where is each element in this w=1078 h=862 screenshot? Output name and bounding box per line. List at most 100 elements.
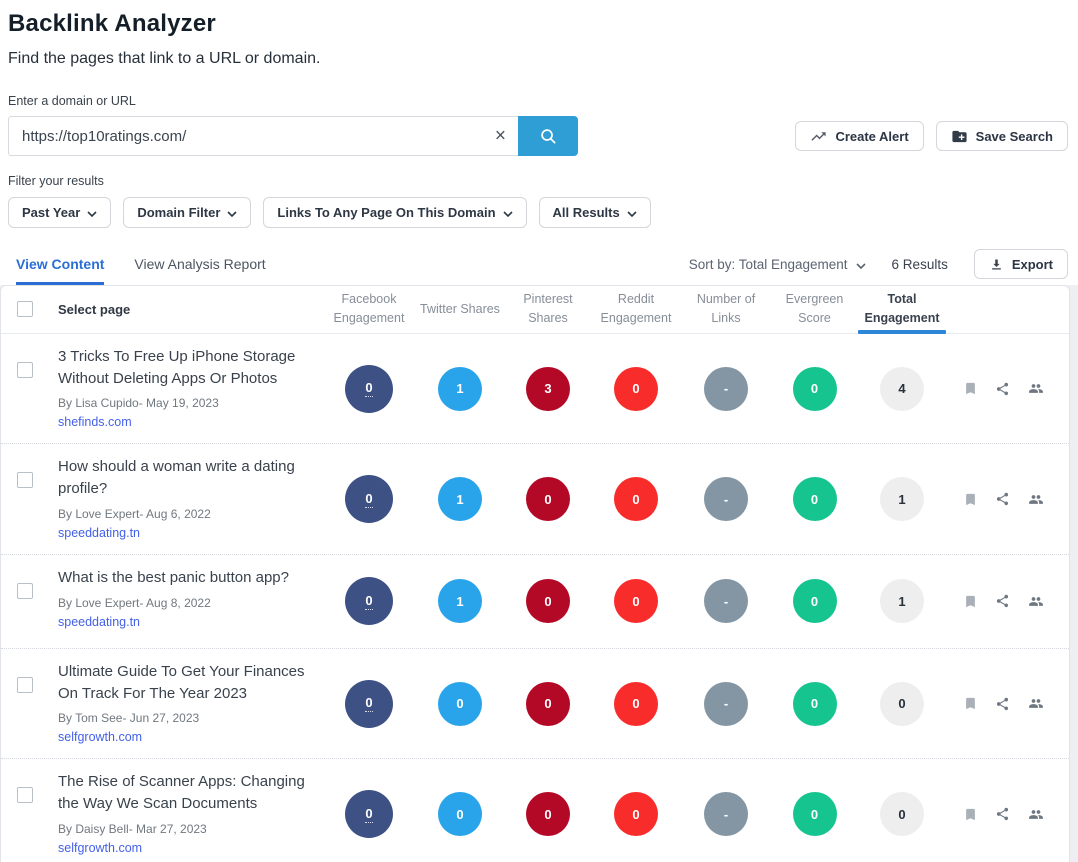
search-icon <box>539 127 558 146</box>
total-engagement-cell: 1 <box>858 477 946 521</box>
article-title[interactable]: The Rise of Scanner Apps: Changing the W… <box>58 771 305 815</box>
group-icon[interactable] <box>1027 594 1045 609</box>
table-row: What is the best panic button app? By Lo… <box>1 553 1069 648</box>
bookmark-icon[interactable] <box>963 806 978 823</box>
filter-link-scope[interactable]: Links To Any Page On This Domain <box>263 197 527 228</box>
row-checkbox[interactable] <box>17 787 33 804</box>
col-evergreen-score: Evergreen Score <box>785 292 844 326</box>
evergreen-score-cell: 0 <box>771 579 858 624</box>
group-icon[interactable] <box>1027 807 1045 822</box>
total-badge: 0 <box>880 792 924 836</box>
row-content-cell: 3 Tricks To Free Up iPhone Storage Witho… <box>41 346 323 432</box>
total-engagement-cell: 1 <box>858 579 946 624</box>
evergreen-badge: 0 <box>792 792 837 836</box>
article-domain-link[interactable]: shefinds.com <box>58 415 132 429</box>
filter-date-range[interactable]: Past Year <box>8 197 112 228</box>
bookmark-icon[interactable] <box>963 593 978 610</box>
table-row: 3 Tricks To Free Up iPhone Storage Witho… <box>1 334 1069 444</box>
article-title[interactable]: 3 Tricks To Free Up iPhone Storage Witho… <box>58 346 305 390</box>
reddit-badge: 0 <box>614 681 658 726</box>
number-of-links-cell: - <box>681 681 771 726</box>
select-all-checkbox[interactable] <box>17 301 33 318</box>
article-title[interactable]: How should a woman write a dating profil… <box>58 456 305 500</box>
article-byline: By Lisa Cupido- May 19, 2023 <box>58 396 219 411</box>
top-actions: Create Alert Save Search <box>795 121 1068 151</box>
pinterest-badge: 0 <box>526 681 570 726</box>
share-icon[interactable] <box>995 491 1010 507</box>
filter-domain[interactable]: Domain Filter <box>123 197 252 228</box>
evergreen-score-cell: 0 <box>771 477 858 521</box>
group-icon[interactable] <box>1027 381 1045 396</box>
article-title[interactable]: What is the best panic button app? <box>58 567 305 589</box>
article-title[interactable]: Ultimate Guide To Get Your Finances On T… <box>58 661 305 705</box>
row-checkbox[interactable] <box>17 582 33 599</box>
total-badge: 4 <box>880 366 924 411</box>
export-button[interactable]: Export <box>973 249 1068 279</box>
group-icon[interactable] <box>1027 492 1045 507</box>
row-checkbox[interactable] <box>17 472 33 489</box>
filter-domain-label: Domain Filter <box>137 205 221 220</box>
article-domain-link[interactable]: selfgrowth.com <box>58 841 142 855</box>
evergreen-score-cell: 0 <box>771 366 858 411</box>
search-row: × Create Alert Save Search <box>8 116 1070 156</box>
facebook-badge: 0 <box>345 475 393 523</box>
links-badge: - <box>704 792 748 836</box>
row-actions <box>946 806 1069 823</box>
col-twitter-shares: Twitter Shares <box>420 301 500 316</box>
bookmark-icon[interactable] <box>963 380 978 397</box>
trending-up-icon <box>810 128 827 145</box>
select-page-label: Select page <box>58 301 131 317</box>
tab-view-analysis-report[interactable]: View Analysis Report <box>134 248 265 285</box>
share-icon[interactable] <box>995 806 1010 822</box>
sort-cluster: Sort by: Total Engagement 6 Results Expo… <box>689 249 1068 285</box>
evergreen-badge: 0 <box>792 579 837 624</box>
export-label: Export <box>1011 256 1053 272</box>
pinterest-badge: 0 <box>526 579 570 624</box>
save-search-button[interactable]: Save Search <box>935 121 1068 151</box>
results-count: 6 Results <box>891 256 948 272</box>
filter-link-scope-label: Links To Any Page On This Domain <box>277 205 496 220</box>
row-content-cell: Ultimate Guide To Get Your Finances On T… <box>41 661 323 747</box>
filter-results-type[interactable]: All Results <box>538 197 651 228</box>
chevron-down-icon <box>855 257 866 272</box>
share-icon[interactable] <box>995 696 1010 712</box>
create-alert-button[interactable]: Create Alert <box>795 121 924 151</box>
pinterest-shares-cell: 3 <box>505 366 591 411</box>
links-badge: - <box>704 579 748 624</box>
search-button[interactable] <box>518 116 578 156</box>
twitter-shares-cell: 0 <box>415 792 505 836</box>
row-select-cell <box>1 661 41 693</box>
row-checkbox[interactable] <box>17 676 33 693</box>
article-domain-link[interactable]: speeddating.tn <box>58 526 140 540</box>
reddit-engagement-cell: 0 <box>591 792 681 836</box>
search-group: × <box>8 116 578 156</box>
row-select-cell <box>1 346 41 378</box>
links-badge: - <box>704 477 748 521</box>
bookmark-icon[interactable] <box>963 695 978 712</box>
twitter-badge: 1 <box>438 366 482 411</box>
article-domain-link[interactable]: selfgrowth.com <box>58 730 142 744</box>
group-icon[interactable] <box>1027 696 1045 711</box>
search-input[interactable] <box>8 116 518 156</box>
row-content-cell: The Rise of Scanner Apps: Changing the W… <box>41 771 323 857</box>
evergreen-badge: 0 <box>792 477 837 521</box>
select-all-cell <box>1 301 41 318</box>
filter-results-type-label: All Results <box>552 205 620 220</box>
reddit-engagement-cell: 0 <box>591 477 681 521</box>
search-label: Enter a domain or URL <box>8 94 136 108</box>
row-checkbox[interactable] <box>17 361 33 378</box>
col-pinterest-shares: Pinterest Shares <box>523 292 573 326</box>
bookmark-icon[interactable] <box>963 491 978 508</box>
clear-icon[interactable]: × <box>491 125 510 148</box>
twitter-shares-cell: 1 <box>415 477 505 521</box>
results-table: Select page Facebook Engagement Twitter … <box>0 285 1070 862</box>
tab-view-content[interactable]: View Content <box>16 248 105 285</box>
article-domain-link[interactable]: speeddating.tn <box>58 615 140 629</box>
row-actions <box>946 695 1069 712</box>
total-engagement-cell: 0 <box>858 681 946 726</box>
share-icon[interactable] <box>995 593 1010 609</box>
table-body: 3 Tricks To Free Up iPhone Storage Witho… <box>1 334 1069 862</box>
share-icon[interactable] <box>995 381 1010 397</box>
pinterest-badge: 0 <box>526 477 570 521</box>
sort-by-dropdown[interactable]: Sort by: Total Engagement <box>689 257 866 272</box>
